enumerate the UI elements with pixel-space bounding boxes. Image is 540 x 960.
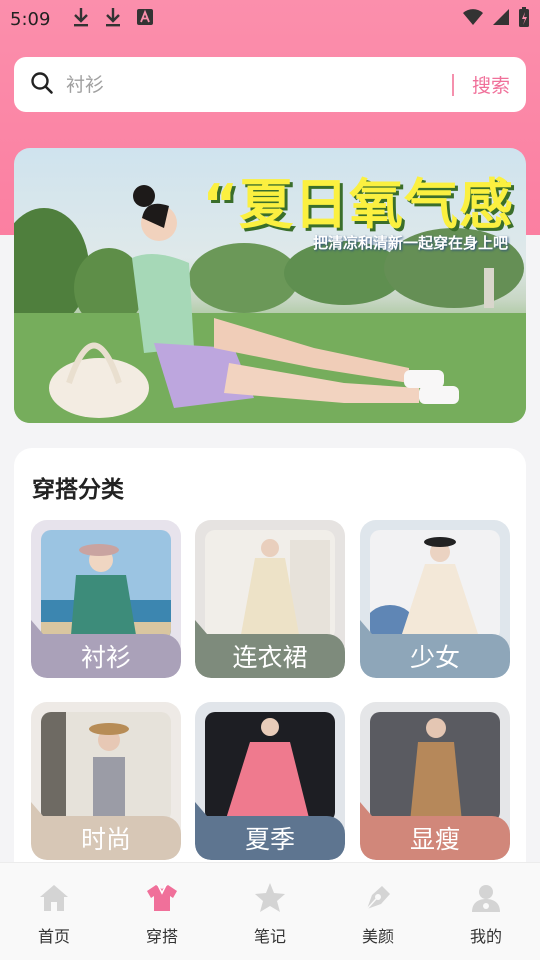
tile-label-notch [31, 802, 43, 816]
category-label: 显瘦 [409, 825, 460, 854]
battery-charging-icon [518, 6, 530, 32]
promo-banner[interactable]: “夏日氧气感 把清凉和清新一起穿在身上吧 [14, 148, 526, 423]
tab-label: 我的 [469, 927, 502, 946]
category-label: 时尚 [80, 825, 131, 854]
category-label: 夏季 [244, 825, 295, 854]
category-photo [205, 530, 335, 640]
tab-home[interactable]: 首页 [0, 863, 108, 960]
category-label: 少女 [409, 643, 460, 672]
wifi-icon [462, 8, 484, 30]
search-bar[interactable]: 搜索 [14, 57, 526, 112]
status-bar: 5:09 [0, 0, 540, 38]
home-icon [40, 885, 68, 911]
download-icon [104, 6, 122, 32]
category-title: 穿搭分类 [32, 477, 124, 503]
person-icon [472, 885, 500, 912]
tab-label: 首页 [37, 927, 70, 946]
banner-subtitle: 把清凉和清新一起穿在身上吧 [312, 234, 508, 252]
pen-icon [366, 886, 390, 910]
star-icon [255, 883, 285, 912]
category-photo [205, 712, 335, 822]
category-label: 连衣裙 [232, 643, 308, 672]
download-icon [72, 6, 90, 32]
category-tile[interactable]: 连衣裙 [195, 520, 345, 678]
tab-label: 笔记 [253, 927, 286, 946]
tile-label-notch [195, 620, 207, 634]
tab-label: 穿搭 [145, 927, 178, 946]
category-tile[interactable]: 少女 [360, 520, 510, 678]
tile-label-notch [31, 620, 43, 634]
tab-mine[interactable]: 我的 [432, 863, 540, 960]
clothing-icon [147, 884, 177, 911]
search-input[interactable] [66, 73, 452, 96]
signal-icon [492, 8, 510, 30]
tab-notes[interactable]: 笔记 [216, 863, 324, 960]
tile-label-notch [195, 802, 207, 816]
category-tile[interactable]: 时尚 [31, 702, 181, 860]
banner-title: “夏日氧气感 [202, 173, 514, 236]
category-photo [41, 530, 171, 640]
tab-outfit[interactable]: 穿搭 [108, 863, 216, 960]
status-time: 5:09 [10, 8, 51, 30]
category-label: 衬衫 [80, 643, 131, 672]
bottom-tab-bar: 首页 穿搭 笔记 美颜 我的 [0, 862, 540, 960]
category-tile[interactable]: 夏季 [195, 702, 345, 860]
font-app-icon [136, 8, 154, 30]
tile-label-notch [360, 620, 372, 634]
search-button[interactable]: 搜索 [472, 71, 510, 98]
search-icon [30, 71, 54, 99]
category-card: 穿搭分类 衬衫 连衣裙 少女时尚 夏季 显瘦 [14, 448, 526, 918]
tile-label-notch [360, 802, 372, 816]
category-photo [41, 712, 171, 822]
category-tile[interactable]: 显瘦 [360, 702, 510, 860]
category-tile[interactable]: 衬衫 [31, 520, 181, 678]
tab-beauty[interactable]: 美颜 [324, 863, 432, 960]
tab-label: 美颜 [361, 927, 394, 946]
search-divider [451, 73, 454, 96]
category-photo [370, 712, 500, 822]
category-photo [370, 530, 500, 640]
